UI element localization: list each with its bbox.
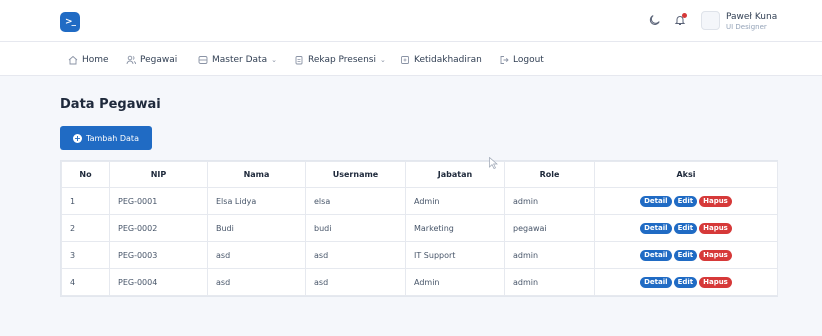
cell-jabatan: Admin (405, 187, 505, 215)
top-header: >_ Paweł Kuna UI Designer (0, 0, 822, 42)
nav-item-logout[interactable]: Logout (499, 53, 544, 67)
cell-role: admin (504, 187, 595, 215)
detail-button[interactable]: Detail (640, 195, 672, 207)
delete-button[interactable]: Hapus (699, 195, 732, 207)
notification-dot (682, 13, 687, 18)
add-data-label: Tambah Data (86, 133, 139, 143)
app-logo[interactable]: >_ (60, 12, 80, 32)
column-header-username: Username (305, 161, 406, 188)
detail-button[interactable]: Detail (640, 249, 672, 261)
user-role: UI Designer (726, 23, 767, 31)
employee-table: No NIP Nama Username Jabatan Role Aksi 1… (61, 161, 778, 296)
chevron-down-icon: ⌄ (271, 56, 277, 64)
column-header-nama: Nama (207, 161, 306, 188)
nav-item-label: Ketidakhadiran (414, 55, 482, 65)
cell-no: 2 (61, 214, 110, 242)
cell-role: pegawai (504, 214, 595, 242)
add-data-button[interactable]: + Tambah Data (60, 126, 152, 150)
cell-nama: asd (207, 268, 306, 296)
home-icon (68, 55, 78, 65)
cell-jabatan: Admin (405, 268, 505, 296)
delete-button[interactable]: Hapus (699, 249, 732, 261)
cell-username: asd (305, 268, 406, 296)
cell-jabatan: IT Support (405, 241, 505, 269)
table-row: 1 PEG-0001 Elsa Lidya elsa Admin admin D… (61, 187, 778, 215)
detail-button[interactable]: Detail (640, 222, 672, 234)
mouse-cursor-icon (489, 157, 498, 169)
employee-table-card: No NIP Nama Username Jabatan Role Aksi 1… (60, 160, 778, 297)
table-row: 2 PEG-0002 Budi budi Marketing pegawai D… (61, 214, 778, 242)
edit-button[interactable]: Edit (673, 249, 698, 261)
table-row: 4 PEG-0004 asd asd Admin admin Detail Edi… (61, 268, 778, 296)
cell-no: 1 (61, 187, 110, 215)
column-header-no: No (61, 161, 110, 188)
column-header-aksi: Aksi (594, 161, 778, 188)
column-header-nip: NIP (109, 161, 208, 188)
column-header-role: Role (504, 161, 595, 188)
cell-nip: PEG-0003 (109, 241, 208, 269)
user-name[interactable]: Paweł Kuna (726, 12, 777, 22)
cell-actions: Detail Edit Hapus (594, 187, 778, 215)
detail-button[interactable]: Detail (640, 276, 672, 288)
cell-username: budi (305, 214, 406, 242)
nav-item-label: Home (82, 55, 109, 65)
nav-item-label: Rekap Presensi (308, 55, 376, 65)
logout-icon (499, 55, 509, 65)
nav-item-label: Pegawai (140, 55, 178, 65)
cell-no: 3 (61, 241, 110, 269)
cell-actions: Detail Edit Hapus (594, 241, 778, 269)
nav-item-home[interactable]: Home (68, 53, 109, 67)
cell-role: admin (504, 241, 595, 269)
nav-item-label: Master Data (212, 55, 268, 65)
main-navbar: Home Pegawai Master Data ⌄ Rekap Presens… (0, 42, 822, 76)
cell-no: 4 (61, 268, 110, 296)
avatar[interactable] (701, 11, 720, 30)
edit-button[interactable]: Edit (673, 222, 698, 234)
moon-icon[interactable] (647, 12, 663, 28)
chevron-down-icon: ⌄ (379, 56, 386, 64)
nav-item-pegawai[interactable]: Pegawai (126, 53, 177, 67)
nav-item-label: Logout (513, 55, 544, 65)
nav-item-master-data[interactable]: Master Data ⌄ (198, 53, 277, 67)
delete-button[interactable]: Hapus (699, 222, 732, 234)
cell-actions: Detail Edit Hapus (594, 268, 778, 296)
delete-button[interactable]: Hapus (699, 276, 732, 288)
plus-icon: + (73, 133, 83, 143)
users-icon (126, 55, 136, 65)
table-header-row: No NIP Nama Username Jabatan Role Aksi (61, 161, 778, 188)
cell-username: asd (305, 241, 406, 269)
document-icon (400, 55, 410, 65)
table-row: 3 PEG-0003 asd asd IT Support admin Deta… (61, 241, 778, 269)
nav-item-ketidakhadiran[interactable]: Ketidakhadiran (400, 53, 482, 67)
bell-icon[interactable] (672, 12, 688, 28)
edit-button[interactable]: Edit (673, 276, 698, 288)
clipboard-icon (294, 55, 304, 65)
cell-role: admin (504, 268, 595, 296)
cell-nama: asd (207, 241, 306, 269)
cell-nama: Elsa Lidya (207, 187, 306, 215)
cell-nip: PEG-0001 (109, 187, 208, 215)
edit-button[interactable]: Edit (673, 195, 698, 207)
cell-username: elsa (305, 187, 406, 215)
page-title: Data Pegawai (60, 97, 161, 112)
database-icon (198, 55, 208, 65)
cell-nip: PEG-0004 (109, 268, 208, 296)
cell-jabatan: Marketing (405, 214, 505, 242)
cell-nama: Budi (207, 214, 306, 242)
cell-actions: Detail Edit Hapus (594, 214, 778, 242)
cell-nip: PEG-0002 (109, 214, 208, 242)
nav-item-rekap-presensi[interactable]: Rekap Presensi ⌄ (294, 53, 386, 67)
